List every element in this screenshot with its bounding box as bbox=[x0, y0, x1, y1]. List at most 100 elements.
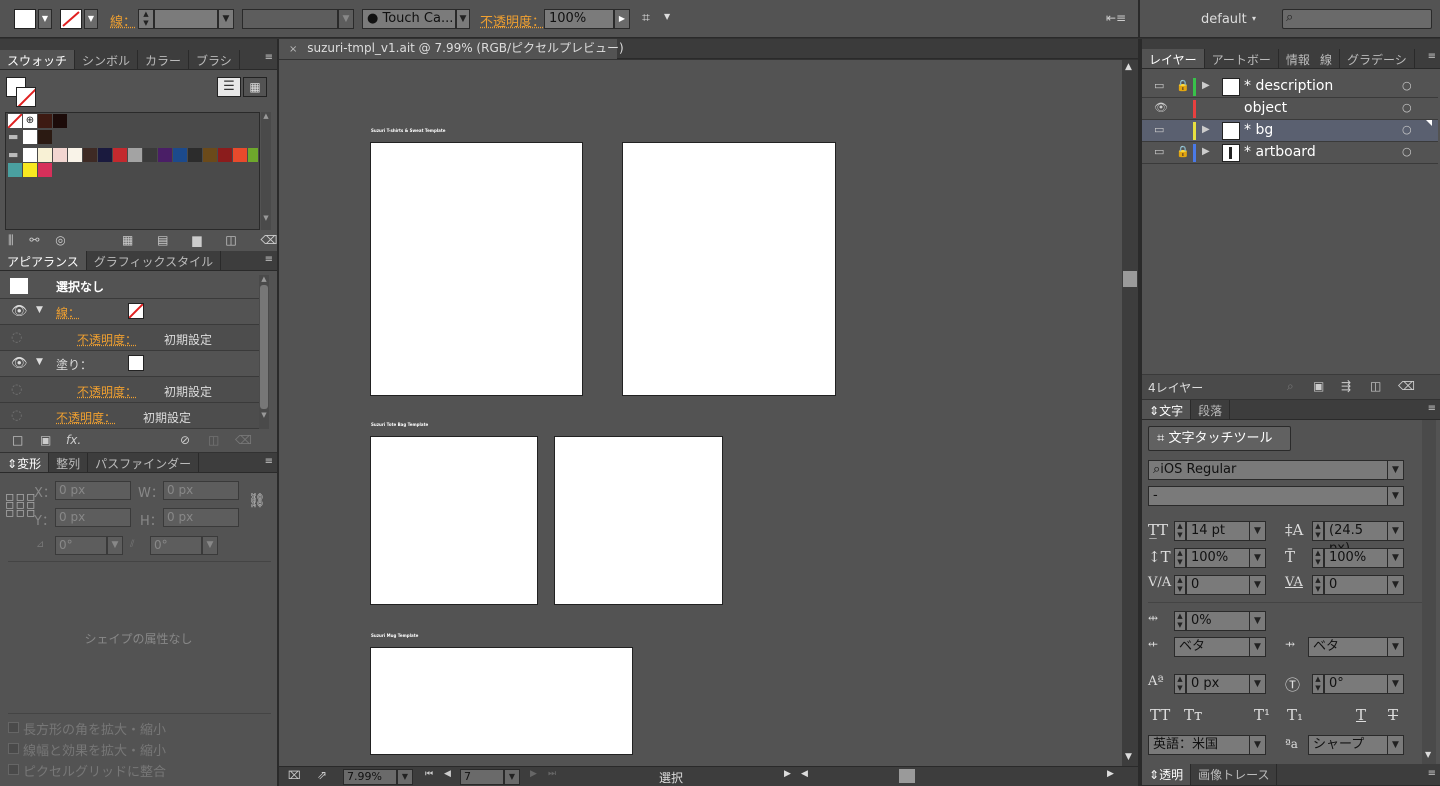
swatch[interactable] bbox=[23, 148, 37, 162]
swatches-menu-icon[interactable]: ≡ bbox=[265, 52, 273, 63]
expand-arrow-icon[interactable]: ▼ bbox=[36, 305, 43, 315]
expand-arrow-icon[interactable]: ▼ bbox=[36, 357, 43, 367]
x-field[interactable]: 0 px bbox=[55, 481, 131, 500]
delete-layer-icon[interactable]: ⌫ bbox=[1398, 379, 1415, 393]
appearance-fill-opacity-row[interactable]: ◌ 不透明度： 初期設定 bbox=[0, 377, 259, 403]
lock-icon[interactable]: 🔒 bbox=[1176, 79, 1190, 92]
tsume-dropdown-icon[interactable]: ▼ bbox=[1250, 611, 1266, 631]
status-menu-icon[interactable]: ▶ bbox=[784, 769, 791, 779]
tsume-field[interactable]: 0% bbox=[1186, 611, 1250, 631]
tab-artboards[interactable]: アートボー bbox=[1205, 49, 1279, 68]
fill-swatch[interactable] bbox=[128, 355, 144, 371]
visibility-eye-icon[interactable]: ◌ bbox=[11, 330, 22, 345]
brush-definition-field[interactable]: ● Touch Ca... bbox=[362, 9, 456, 29]
gpu-preview-icon[interactable]: ⌧ bbox=[288, 769, 301, 782]
stroke-dropdown-icon[interactable]: ▼ bbox=[84, 9, 98, 29]
small-caps-icon[interactable]: Tт bbox=[1184, 706, 1202, 724]
visibility-eye-icon[interactable]: ▭ bbox=[1154, 145, 1164, 158]
swatch[interactable] bbox=[53, 148, 67, 162]
layer-row[interactable]: ▭ 🔒 ▶ * description ○ bbox=[1142, 76, 1438, 98]
workspace-switcher[interactable]: default bbox=[1201, 12, 1247, 27]
tab-image-trace[interactable]: 画像トレース bbox=[1191, 764, 1278, 785]
tab-symbols[interactable]: シンボル bbox=[75, 50, 139, 69]
tab-gradient[interactable]: グラデーシ bbox=[1340, 49, 1415, 68]
kerning-field[interactable]: 0 bbox=[1186, 575, 1250, 595]
swatch[interactable] bbox=[128, 148, 142, 162]
recolor-dropdown-icon[interactable]: ▼ bbox=[664, 12, 670, 21]
artboard-mug[interactable] bbox=[370, 647, 633, 755]
target-icon[interactable]: ○ bbox=[1402, 123, 1412, 136]
rotate-field[interactable]: 0° bbox=[55, 536, 107, 555]
layer-row-selected[interactable]: ▭ ▶ * bg ○ bbox=[1142, 120, 1438, 142]
tsume-stepper[interactable]: ▲ ▼ bbox=[1174, 611, 1186, 631]
touch-type-tool-button[interactable]: ⌗ 文字タッチツール bbox=[1148, 426, 1291, 451]
target-icon[interactable]: ○ bbox=[1402, 79, 1412, 92]
opacity-label[interactable]: 不透明度： bbox=[480, 11, 545, 30]
tab-align[interactable]: 整列 bbox=[49, 453, 89, 472]
horizontal-scale-stepper[interactable]: ▲ ▼ bbox=[1312, 548, 1324, 568]
new-sublayer-icon[interactable]: ⇶ bbox=[1341, 379, 1351, 393]
scale-corners-checkbox[interactable] bbox=[8, 722, 19, 733]
new-fill-icon[interactable]: ▣ bbox=[40, 433, 51, 447]
horizontal-scale-dropdown-icon[interactable]: ▼ bbox=[1388, 548, 1404, 568]
swatch[interactable] bbox=[248, 148, 258, 162]
scroll-up-icon[interactable]: ▲ bbox=[1125, 62, 1132, 72]
y-field[interactable]: 0 px bbox=[55, 508, 131, 527]
variable-width-field[interactable] bbox=[242, 9, 338, 29]
swatch[interactable] bbox=[23, 163, 37, 177]
fill-dropdown-icon[interactable]: ▼ bbox=[38, 9, 52, 29]
duplicate-item-icon[interactable]: ◫ bbox=[208, 433, 219, 447]
transform-menu-icon[interactable]: ≡ bbox=[265, 456, 273, 467]
delete-item-icon[interactable]: ⌫ bbox=[235, 433, 252, 447]
tab-brushes[interactable]: ブラシ bbox=[189, 50, 240, 69]
tab-pathfinder[interactable]: パスファインダー bbox=[88, 453, 200, 472]
recolor-icon[interactable]: ⌗ bbox=[642, 10, 650, 26]
swatch[interactable] bbox=[68, 148, 82, 162]
character-menu-icon[interactable]: ≡ bbox=[1428, 403, 1436, 414]
artboard-tote-front[interactable] bbox=[370, 436, 538, 605]
registration-swatch[interactable]: ⊕ bbox=[23, 114, 37, 128]
layer-name[interactable]: * bg bbox=[1244, 122, 1273, 138]
baseline-shift-stepper[interactable]: ▲ ▼ bbox=[1174, 674, 1186, 694]
swatch[interactable] bbox=[53, 114, 67, 128]
swatch[interactable] bbox=[188, 148, 202, 162]
leading-dropdown-icon[interactable]: ▼ bbox=[1388, 521, 1404, 541]
layer-name[interactable]: object bbox=[1244, 100, 1287, 116]
reference-point-icon[interactable]: ▫▫▫ ▫▫▫ ▫▫▫ bbox=[5, 490, 36, 520]
layer-name[interactable]: * description bbox=[1244, 78, 1333, 94]
close-tab-icon[interactable]: × bbox=[289, 44, 297, 55]
prev-artboard-icon[interactable]: ◀ bbox=[444, 769, 451, 779]
tracking-stepper[interactable]: ▲ ▼ bbox=[1312, 575, 1324, 595]
target-icon[interactable]: ○ bbox=[1402, 145, 1412, 158]
character-scrollbar[interactable]: ▼ bbox=[1422, 420, 1436, 764]
font-family-field[interactable]: ⌕iOS Regular bbox=[1148, 460, 1388, 480]
brush-dropdown-icon[interactable]: ▼ bbox=[456, 9, 470, 29]
tab-color[interactable]: カラー bbox=[138, 50, 190, 69]
vertical-scale-stepper[interactable]: ▲ ▼ bbox=[1174, 548, 1186, 568]
new-stroke-icon[interactable]: □ bbox=[12, 433, 23, 447]
control-bar-menu-icon[interactable]: ⇤≡ bbox=[1106, 11, 1126, 25]
font-size-field[interactable]: 14 pt bbox=[1186, 521, 1250, 541]
rotate-dropdown-icon[interactable]: ▼ bbox=[107, 536, 123, 555]
layer-row[interactable]: 👁 object ○ bbox=[1142, 98, 1438, 120]
stroke-color-box[interactable] bbox=[16, 87, 36, 107]
canvas-vertical-scrollbar[interactable]: ▲ ▼ bbox=[1122, 60, 1138, 766]
add-effect-icon[interactable]: fx. bbox=[66, 433, 81, 447]
tab-appearance[interactable]: アピアランス bbox=[0, 251, 87, 270]
swatch[interactable] bbox=[83, 148, 97, 162]
swatch[interactable] bbox=[158, 148, 172, 162]
layer-name[interactable]: * artboard bbox=[1244, 144, 1316, 160]
swatch[interactable] bbox=[23, 130, 37, 144]
stroke-swatch[interactable] bbox=[128, 303, 144, 319]
swatch[interactable] bbox=[38, 163, 52, 177]
none-swatch[interactable] bbox=[7, 113, 23, 129]
font-family-dropdown-icon[interactable]: ▼ bbox=[1388, 460, 1404, 480]
swatch[interactable] bbox=[98, 148, 112, 162]
tracking-field[interactable]: 0 bbox=[1324, 575, 1388, 595]
scroll-thumb[interactable] bbox=[1123, 271, 1137, 287]
clipping-mask-icon[interactable]: ▣ bbox=[1313, 379, 1324, 393]
first-artboard-icon[interactable]: ⏮ bbox=[425, 769, 433, 779]
tab-info[interactable]: 情報 bbox=[1279, 49, 1313, 68]
subscript-icon[interactable]: T₁ bbox=[1287, 706, 1303, 724]
lock-icon[interactable]: 🔒 bbox=[1176, 145, 1190, 158]
